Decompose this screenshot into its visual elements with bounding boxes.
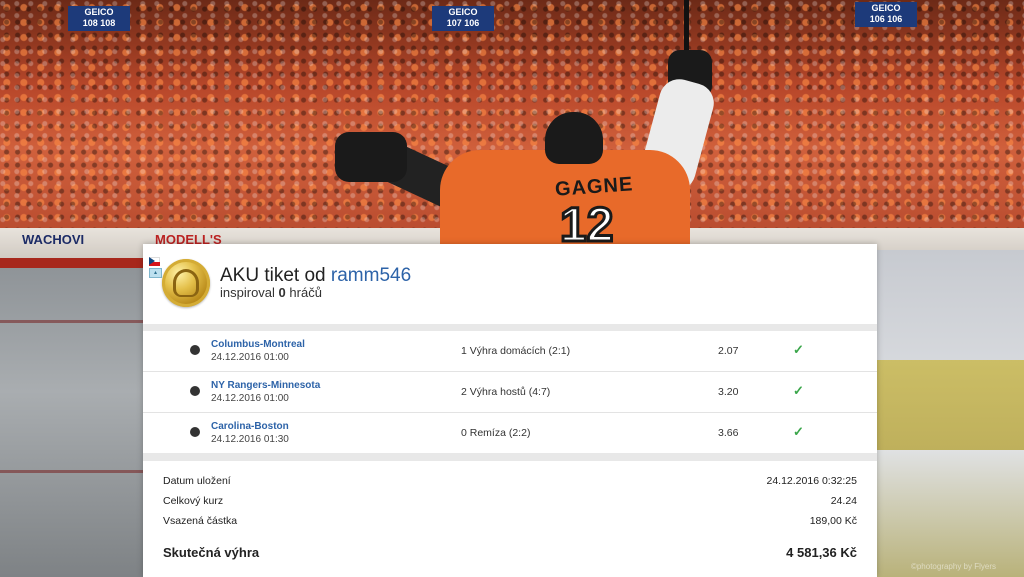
ice-line [0,470,150,473]
cz-flag-icon [149,257,160,266]
ticket-summary: Datum uložení 24.12.2016 0:32:25 Celkový… [143,461,877,561]
bet-tip: 2 Výhra hostů (4:7) [461,386,551,398]
actual-win-label: Skutečná výhra [163,545,260,560]
match-date: 24.12.2016 01:00 [211,352,289,363]
sport-dot-icon [190,427,200,437]
bet-tip: 0 Remíza (2:2) [461,427,531,439]
geico-ad-text: GEICO [871,3,901,13]
stake-value: 189,00 Kč [809,515,857,527]
username-link[interactable]: ramm546 [331,265,411,286]
ticket-title: AKU tiket od ramm546 [220,265,411,287]
geico-ad-numbers: 107 106 [446,18,480,28]
check-icon: ✓ [793,424,804,439]
geico-ad-3: GEICO 106 106 [855,2,917,27]
stake-label: Vsazená částka [163,515,238,527]
match-date: 24.12.2016 01:00 [211,393,289,404]
photo-watermark: ©photography by Flyers [910,562,996,571]
sport-dot-icon [190,386,200,396]
check-icon: ✓ [793,383,804,398]
subtitle-prefix: inspiroval [220,285,275,300]
bet-row: Columbus-Montreal 24.12.2016 01:00 1 Výh… [143,331,877,372]
saved-date-label: Datum uložení [163,475,231,487]
saved-date-value: 24.12.2016 0:32:25 [766,475,857,487]
total-odds-value: 24.24 [830,495,857,507]
ticket-title-prefix: AKU tiket od [220,265,326,286]
geico-ad-1: GEICO 108 108 [68,6,130,31]
geico-ad-2: GEICO 107 106 [432,6,494,31]
geico-ad-text: GEICO [448,7,478,17]
bets-list: Columbus-Montreal 24.12.2016 01:00 1 Výh… [143,331,877,453]
bet-row: Carolina-Boston 24.12.2016 01:30 0 Remíz… [143,413,877,453]
bet-row: NY Rangers-Minnesota 24.12.2016 01:00 2 … [143,372,877,413]
kickplate [874,360,1024,450]
divider [143,324,877,331]
geico-ad-numbers: 108 108 [82,18,116,28]
bet-odds: 3.20 [718,386,739,398]
wachovia-ad: WACHOVI [22,232,85,247]
match-link[interactable]: Carolina-Boston [211,421,289,432]
ticket-header: ▴ AKU tiket od ramm546 inspiroval 0 hráč… [143,244,877,324]
sport-dot-icon [190,345,200,355]
ticket-subtitle: inspiroval 0 hráčů [220,285,322,300]
match-link[interactable]: NY Rangers-Minnesota [211,380,320,391]
inspired-count: 0 [278,285,286,300]
total-odds-label: Celkový kurz [163,495,224,507]
geico-ad-numbers: 106 106 [869,14,903,24]
bet-odds: 3.66 [718,427,739,439]
ice-line [0,320,150,323]
geico-ad-text: GEICO [84,7,114,17]
divider [143,453,877,461]
ticket-card: ▴ AKU tiket od ramm546 inspiroval 0 hráč… [143,244,877,577]
glove-left [335,132,407,182]
match-link[interactable]: Columbus-Montreal [211,339,305,350]
match-date: 24.12.2016 01:30 [211,434,289,445]
actual-win-value: 4 581,36 Kč [786,545,857,560]
gold-coin-icon [162,259,210,307]
check-icon: ✓ [793,342,804,357]
level-badge-icon: ▴ [149,268,162,278]
subtitle-suffix: hráčů [289,285,322,300]
player-helmet [545,112,603,164]
bet-odds: 2.07 [718,345,739,357]
bet-tip: 1 Výhra domácích (2:1) [461,345,571,357]
